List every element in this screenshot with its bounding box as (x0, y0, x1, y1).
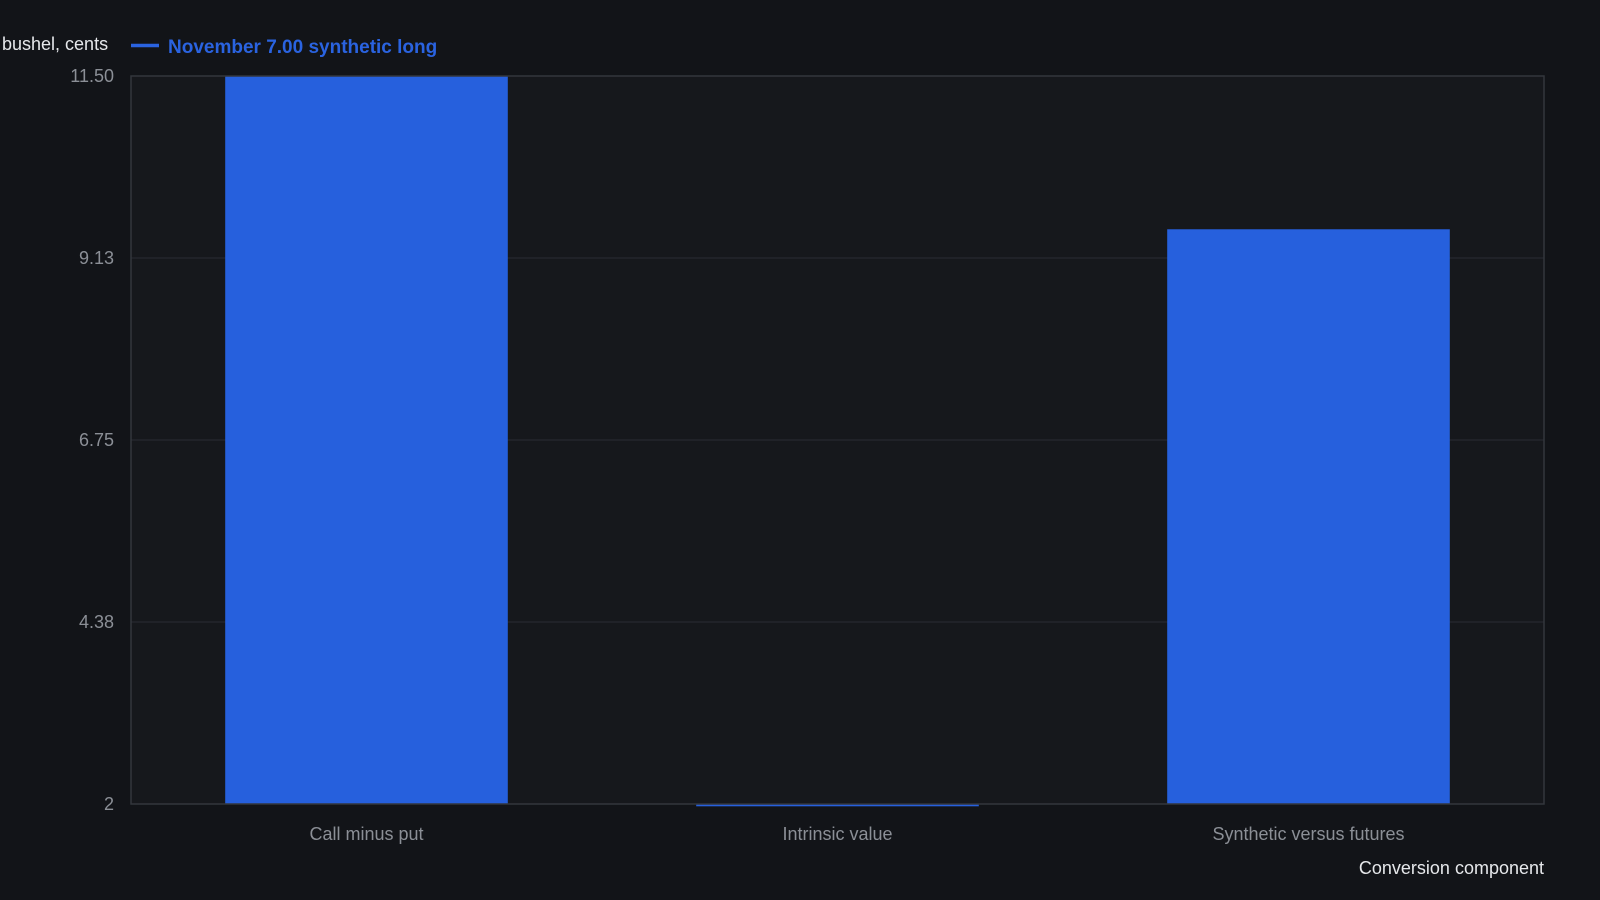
legend-label: November 7.00 synthetic long (168, 37, 437, 58)
bar-chart: 2 4.38 6.75 9.13 11.50 Call minus put Intrins… (0, 0, 1600, 900)
x-axis-title: Conversion component (1359, 858, 1544, 878)
y-tick-label: 6.75 (79, 430, 114, 450)
y-axis-title: bushel, cents (2, 34, 108, 54)
bar (225, 76, 508, 804)
bar (1167, 229, 1450, 804)
y-tick-label: 4.38 (79, 612, 114, 632)
x-tick-label: Call minus put (309, 824, 423, 844)
x-tick-label: Synthetic versus futures (1212, 824, 1404, 844)
y-tick-label: 11.50 (70, 66, 114, 86)
x-tick-label: Intrinsic value (782, 824, 892, 844)
y-tick-label: 9.13 (79, 248, 114, 268)
y-tick-label: 2 (104, 794, 114, 814)
